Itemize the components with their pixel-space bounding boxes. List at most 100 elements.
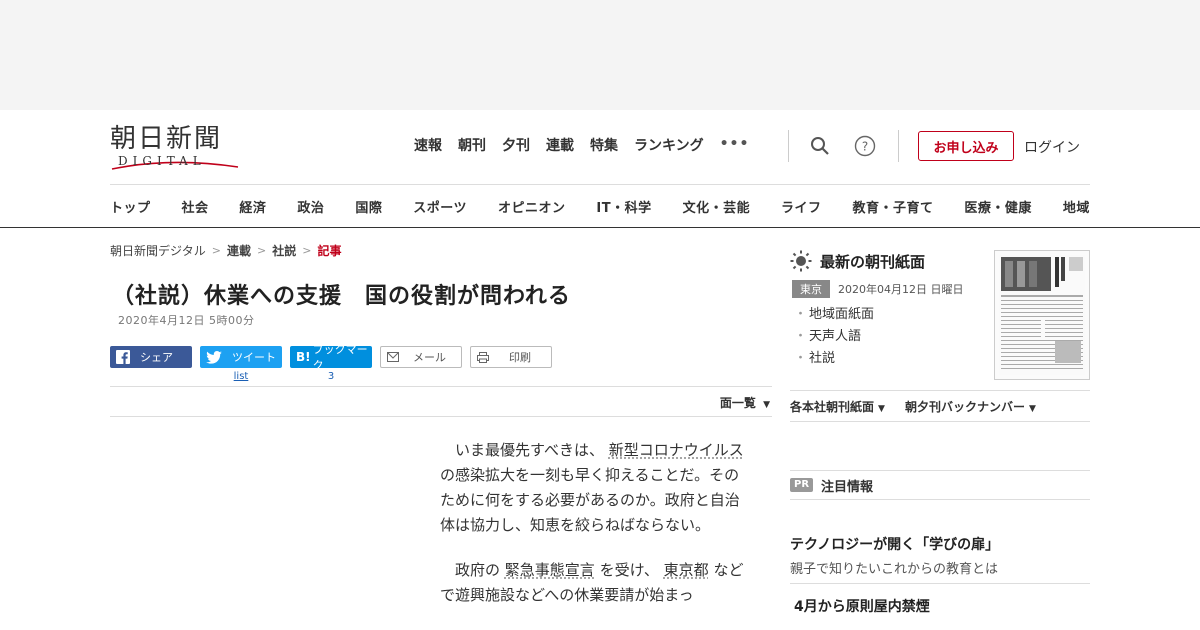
regional-paper-dropdown[interactable]: 各本社朝刊紙面 ▼ [790,398,885,415]
cat-it-science[interactable]: IT・科学 [596,197,651,216]
cat-politics[interactable]: 政治 [297,197,324,216]
paper-dropdowns: 各本社朝刊紙面 ▼ 朝夕刊バックナンバー ▼ [790,390,1090,422]
site-logo[interactable]: 朝日新聞 DIGITAL [110,124,250,170]
category-nav: トップ 社会 経済 政治 国際 スポーツ オピニオン IT・科学 文化・芸能 ラ… [110,185,1090,227]
svg-text:?: ? [862,140,868,154]
share-twitter-label: ツイート [232,351,276,364]
share-twitter-button[interactable]: ツイート list [200,346,282,382]
breadcrumb-shasetsu[interactable]: 社説 [272,242,296,259]
share-buttons: シェア ツイート list B! ブックマーク 3 メール 印刷 [110,343,552,382]
cat-education[interactable]: 教育・子育て [852,197,933,216]
share-mail-label: メール [413,351,446,364]
keyword-link[interactable]: 東京都 [664,561,709,579]
backnumber-dropdown[interactable]: 朝夕刊バックナンバー ▼ [905,398,1036,415]
nav-rensai[interactable]: 連載 [546,136,574,156]
print-button[interactable]: 印刷 [470,346,552,368]
pr-header: PR 注目情報 [790,470,1090,500]
cat-sports[interactable]: スポーツ [413,197,467,216]
hatena-count[interactable]: 3 [290,371,372,382]
nav-ranking[interactable]: ランキング [634,136,704,156]
search-icon[interactable] [808,134,832,158]
breadcrumb-separator: > [257,244,267,257]
twitter-icon [206,350,222,364]
article-body: いま最優先すべきは、 新型コロナウイルス の感染拡大を一刻も早く抑えることだ。そ… [440,438,750,628]
subscribe-button[interactable]: お申し込み [918,131,1014,161]
article-paragraph: いま最優先すべきは、 新型コロナウイルス の感染拡大を一刻も早く抑えることだ。そ… [440,438,750,538]
latest-paper-header[interactable]: 最新の朝刊紙面 [790,250,925,272]
cat-opinion[interactable]: オピニオン [498,197,566,216]
body-text: を受け、 [599,561,659,579]
breadcrumb-separator: > [302,244,312,257]
cat-life[interactable]: ライフ [781,197,822,216]
body-text: の感染拡大を一刻も早く抑えることだ。そのために何をする必要があるのか。政府と自治… [440,466,740,534]
cat-region[interactable]: 地域 [1063,197,1090,216]
nav-sokuho[interactable]: 速報 [414,136,442,156]
page-listing-dropdown[interactable]: 面一覧 ▼ [720,394,770,411]
article-title: （社説）休業への支援 国の役割が問われる [112,284,571,309]
mail-icon [387,352,399,362]
promo-title: テクノロジーが開く「学びの扉」 [790,537,1000,553]
listing-bar: 面一覧 ▼ [110,386,772,417]
promo-item[interactable]: 4月から原則屋内禁煙 [794,596,930,616]
page-listing-label: 面一覧 [719,396,756,410]
keyword-link[interactable]: 緊急事態宣言 [505,561,595,579]
newspaper-thumbnail[interactable] [994,250,1090,380]
article-date: 2020年4月12日 5時00分 [118,314,255,327]
regional-paper-label: 各本社朝刊紙面 [790,399,875,414]
latest-paper-title: 最新の朝刊紙面 [820,252,926,271]
logo-digital: DIGITAL [110,154,250,170]
nav-choukan[interactable]: 朝刊 [458,136,486,156]
share-facebook-button[interactable]: シェア [110,346,192,368]
ad-space [0,0,1200,110]
promo-subtitle: 親子で知りたいこれからの教育とは [790,562,999,577]
nav-tokushu[interactable]: 特集 [590,136,618,156]
caret-down-icon: ▼ [878,403,885,414]
cat-health[interactable]: 医療・健康 [964,197,1032,216]
keyword-link[interactable]: 新型コロナウイルス [609,441,744,459]
newspaper-front-page-image [999,255,1085,375]
breadcrumb: 朝日新聞デジタル > 連載 > 社説 > 記事 [110,242,341,259]
divider [898,130,899,162]
paper-link-region[interactable]: 地域面紙面 [794,304,874,326]
body-text: 政府の [455,561,501,579]
caret-down-icon: ▼ [1028,403,1036,414]
sun-icon [790,250,812,272]
share-facebook-label: シェア [140,351,173,364]
top-nav: 速報 朝刊 夕刊 連載 特集 ランキング ••• [414,136,749,156]
paper-date: 2020年04月12日 日曜日 [838,283,964,296]
caret-down-icon: ▼ [763,400,770,410]
twitter-count[interactable]: list [200,371,282,382]
print-icon [477,351,489,363]
promo-item[interactable]: テクノロジーが開く「学びの扉」 親子で知りたいこれからの教育とは [790,534,1090,584]
help-icon[interactable]: ? [853,134,877,158]
backnumber-label: 朝夕刊バックナンバー [904,399,1025,414]
share-hatena-label: ブックマーク [312,343,368,372]
login-link[interactable]: ログイン [1024,137,1080,157]
hatena-icon: B! [296,350,311,364]
edition-badge: 東京 [792,280,830,298]
share-mail-button[interactable]: メール [380,346,462,368]
paper-links: 地域面紙面 天声人語 社説 [794,304,874,370]
nav-yuukan[interactable]: 夕刊 [502,136,530,156]
breadcrumb-home[interactable]: 朝日新聞デジタル [110,242,206,259]
pr-label: 注目情報 [821,479,874,495]
site-header: 朝日新聞 DIGITAL 速報 朝刊 夕刊 連載 特集 ランキング ••• ? … [110,110,1090,185]
paper-meta: 東京 2020年04月12日 日曜日 [792,280,964,298]
category-nav-bar: トップ 社会 経済 政治 国際 スポーツ オピニオン IT・科学 文化・芸能 ラ… [0,185,1200,228]
cat-international[interactable]: 国際 [355,197,382,216]
body-text: いま最優先すべきは、 [455,441,604,459]
breadcrumb-separator: > [211,244,221,257]
cat-society[interactable]: 社会 [181,197,208,216]
logo-digital-text: DIGITAL [118,154,206,168]
more-menu-icon[interactable]: ••• [720,136,750,156]
breadcrumb-rensai[interactable]: 連載 [227,242,251,259]
paper-link-tenseijingo[interactable]: 天声人語 [794,326,874,348]
divider [788,130,789,162]
article-paragraph: 政府の 緊急事態宣言 を受け、 東京都 などで遊興施設などへの休業要請が始まっ [440,558,750,608]
pr-badge: PR [790,478,814,492]
cat-culture[interactable]: 文化・芸能 [683,197,751,216]
share-hatena-button[interactable]: B! ブックマーク 3 [290,343,372,382]
cat-economy[interactable]: 経済 [239,197,266,216]
paper-link-shasetsu[interactable]: 社説 [794,348,874,370]
cat-top[interactable]: トップ [110,197,151,216]
